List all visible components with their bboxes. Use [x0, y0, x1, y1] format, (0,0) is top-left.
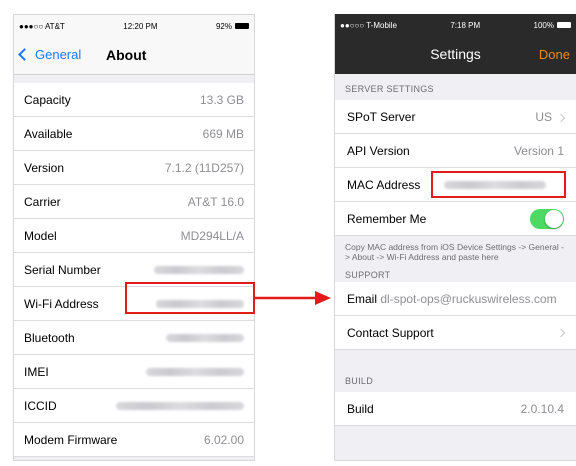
row-label: Email: [347, 291, 378, 306]
list-item: Model MD294LL/A: [14, 219, 254, 253]
spot-server-row[interactable]: SPoT Server US: [335, 100, 576, 134]
navigation-bar: General About: [14, 37, 254, 75]
page-title: About: [106, 47, 147, 63]
row-value: dl-spot-ops@ruckuswireless.com: [380, 291, 557, 306]
row-label: MAC Address: [347, 177, 421, 192]
row-value: AT&T 16.0: [187, 194, 244, 209]
server-settings-list: SPoT Server US API Version Version 1 MAC A…: [335, 100, 576, 236]
row-label: Model: [24, 228, 57, 243]
build-list: Build 2.0.10.4: [335, 392, 576, 426]
screenshot-root: ●●●○○ AT&T 12:20 PM 92% General About Ca…: [0, 0, 576, 466]
blurred-value: [146, 367, 244, 376]
support-list: Email dl-spot-ops@ruckuswireless.com Con…: [335, 282, 576, 350]
row-label: ICCID: [24, 398, 57, 413]
api-version-row: API Version Version 1: [335, 134, 576, 168]
email-text: Email dl-spot-ops@ruckuswireless.com: [347, 292, 557, 306]
time-label: 7:18 PM: [450, 20, 481, 30]
row-label: Modem Firmware: [24, 432, 118, 447]
row-label: Carrier: [24, 194, 61, 209]
list-item: ICCID: [14, 389, 254, 423]
remember-me-toggle[interactable]: [530, 208, 564, 229]
back-label: General: [35, 47, 82, 62]
row-label: SPoT Server: [347, 109, 416, 124]
back-button[interactable]: General: [18, 47, 82, 62]
row-value: MD294LL/A: [180, 228, 244, 243]
done-button[interactable]: Done: [539, 47, 570, 62]
row-label: Version: [24, 160, 65, 175]
status-bar: ●●○○○ T-Mobile 7:18 PM 100%: [335, 14, 576, 36]
battery-indicator: 100%: [534, 21, 571, 30]
arrow-icon: [255, 291, 331, 305]
blurred-value: [154, 265, 244, 274]
contact-support-row[interactable]: Contact Support: [335, 316, 576, 350]
about-screen: ●●●○○ AT&T 12:20 PM 92% General About Ca…: [13, 14, 255, 461]
row-value: 6.02.00: [203, 432, 244, 447]
row-label: IMEI: [24, 364, 49, 379]
chevron-left-icon: [18, 48, 31, 61]
wifi-address-highlight: [125, 282, 255, 314]
battery-indicator: 92%: [216, 22, 249, 31]
section-header-support: SUPPORT: [345, 270, 391, 280]
mac-address-highlight: [431, 171, 566, 198]
row-label: Build: [347, 401, 374, 416]
row-value-with-disclosure: US: [535, 109, 566, 124]
email-row[interactable]: Email dl-spot-ops@ruckuswireless.com: [335, 282, 576, 316]
settings-screen: ●●○○○ T-Mobile 7:18 PM 100% Settings Don…: [334, 14, 576, 461]
mac-address-note: Copy MAC address from iOS Device Setting…: [345, 242, 564, 262]
list-item: Version 7.1.2 (11D257): [14, 151, 254, 185]
list-item: Available 669 MB: [14, 117, 254, 151]
section-header-server: SERVER SETTINGS: [345, 84, 434, 94]
list-item: Modem Firmware 6.02.00: [14, 423, 254, 457]
row-value: 7.1.2 (11D257): [164, 160, 244, 175]
row-label: Contact Support: [347, 325, 434, 340]
blurred-value: [166, 333, 244, 342]
battery-icon: [235, 23, 249, 30]
row-value: 2.0.10.4: [520, 401, 564, 416]
row-label: Bluetooth: [24, 330, 75, 345]
row-value: US: [535, 109, 552, 124]
row-label: Remember Me: [347, 211, 427, 226]
battery-label: 92%: [215, 21, 232, 31]
battery-icon: [557, 22, 571, 29]
row-label: Capacity: [24, 92, 71, 107]
carrier-label: ●●●○○ AT&T: [19, 21, 65, 31]
row-label: Serial Number: [24, 262, 101, 277]
row-value: Version 1: [513, 143, 564, 158]
row-label: Wi-Fi Address: [24, 296, 99, 311]
chevron-right-icon: [556, 113, 566, 122]
remember-me-row: Remember Me: [335, 202, 576, 236]
section-header-build: BUILD: [345, 376, 374, 386]
list-item: Capacity 13.3 GB: [14, 83, 254, 117]
battery-label: 100%: [533, 20, 554, 30]
row-label: Available: [24, 126, 73, 141]
list-item: Bluetooth: [14, 321, 254, 355]
time-label: 12:20 PM: [123, 21, 158, 31]
navigation-bar: Settings Done: [335, 36, 576, 74]
about-list: Capacity 13.3 GB Available 669 MB Version 7…: [14, 83, 254, 457]
list-item: IMEI: [14, 355, 254, 389]
build-row: Build 2.0.10.4: [335, 392, 576, 426]
row-value: 669 MB: [202, 126, 244, 141]
status-bar: ●●●○○ AT&T 12:20 PM 92%: [14, 15, 254, 37]
blurred-value: [116, 401, 244, 410]
chevron-right-icon: [556, 328, 566, 337]
row-label: API Version: [347, 143, 410, 158]
carrier-label: ●●○○○ T-Mobile: [340, 20, 397, 30]
list-item: Carrier AT&T 16.0: [14, 185, 254, 219]
row-value: 13.3 GB: [199, 92, 244, 107]
